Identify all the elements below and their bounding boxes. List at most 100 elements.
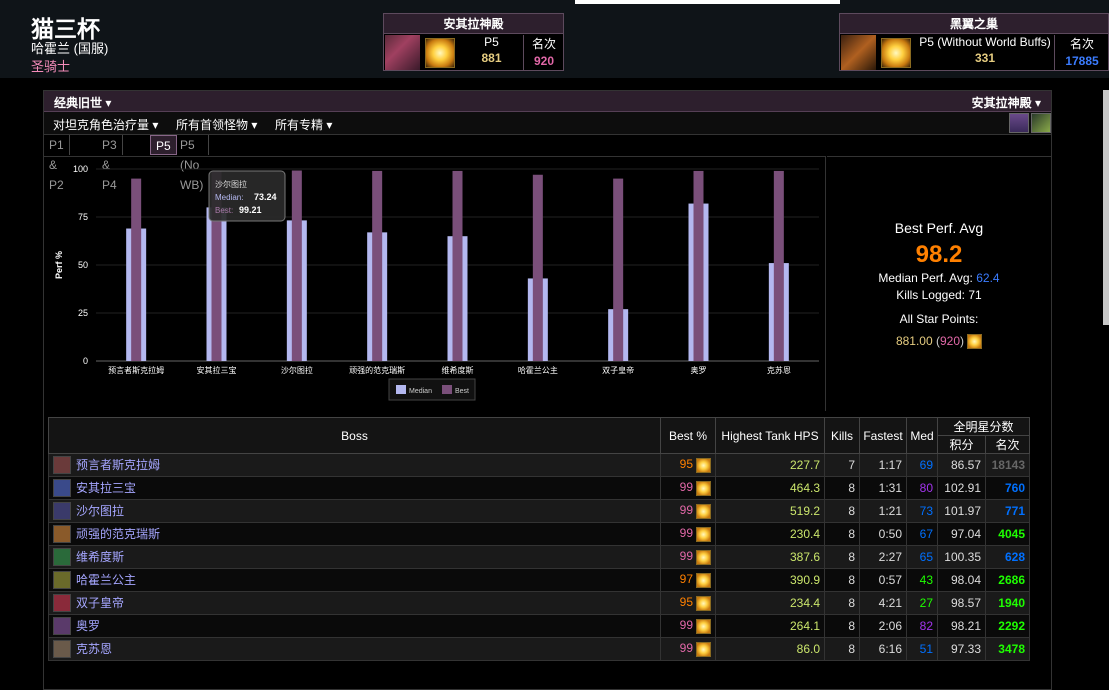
boss-name[interactable]: 预言者斯克拉姆 — [76, 458, 160, 472]
best-bar[interactable] — [532, 174, 543, 361]
best-percent[interactable]: 99 — [660, 614, 716, 638]
best-bar[interactable] — [131, 178, 142, 361]
rank-value[interactable]: 4045 — [985, 522, 1030, 546]
boss-cell[interactable]: 安其拉三宝 — [48, 476, 661, 500]
boss-cell[interactable]: 克苏恩 — [48, 637, 661, 661]
boss-name[interactable]: 双子皇帝 — [76, 596, 124, 610]
col-hps[interactable]: Highest Tank HPS — [715, 417, 825, 454]
boss-cell[interactable]: 奥罗 — [48, 614, 661, 638]
hps-value: 387.6 — [715, 545, 825, 569]
boss-name[interactable]: 克苏恩 — [76, 642, 112, 656]
col-med[interactable]: Med — [906, 417, 938, 454]
boss-name[interactable]: 顽强的范克瑞斯 — [76, 527, 160, 541]
col-points[interactable]: 积分 — [937, 435, 986, 454]
boss-name[interactable]: 安其拉三宝 — [76, 481, 136, 495]
best-value: 99 — [679, 480, 693, 495]
rank-value[interactable]: 18143 — [985, 453, 1030, 477]
boss-cell[interactable]: 顽强的范克瑞斯 — [48, 522, 661, 546]
star-rank-value: 920 — [940, 334, 961, 348]
zone-image — [385, 35, 420, 70]
zone-rank: 名次 17885 — [1054, 35, 1109, 71]
character-server[interactable]: 哈霍兰 (国服) — [31, 38, 108, 57]
tab-p5[interactable]: P5 — [150, 135, 177, 155]
tab-p5-no-wb[interactable]: P5 (No WB) — [175, 135, 210, 192]
rank-value[interactable]: 2686 — [985, 568, 1030, 592]
hps-value: 230.4 — [715, 522, 825, 546]
best-bar[interactable] — [613, 178, 624, 361]
rank-value[interactable]: 628 — [985, 545, 1030, 569]
bosses-dropdown[interactable]: 所有首领怪物 ▾ — [176, 116, 257, 133]
best-percent[interactable]: 95 — [660, 591, 716, 615]
star-icon — [696, 549, 711, 565]
rank-value[interactable]: 2292 — [985, 614, 1030, 638]
key-icon[interactable] — [1031, 113, 1051, 133]
table-row: 双子皇帝 95 234.4 8 4:21 27 98.57 1940 — [48, 591, 1030, 615]
best-bar[interactable] — [693, 170, 704, 361]
median-value: 43 — [906, 568, 938, 592]
zone-phase-score: P5 (Without World Buffs) 331 — [916, 35, 1054, 71]
zone-summary-bwl[interactable]: 黑翼之巢 P5 (Without World Buffs) 331 名次 178… — [839, 13, 1109, 71]
best-percent[interactable]: 99 — [660, 637, 716, 661]
zone-dropdown[interactable]: 安其拉神殿 ▾ — [972, 94, 1041, 111]
col-boss[interactable]: Boss — [48, 417, 661, 454]
boss-cell[interactable]: 双子皇帝 — [48, 591, 661, 615]
median-value: 51 — [906, 637, 938, 661]
tab-p1-p2[interactable]: P1 & P2 — [44, 135, 70, 192]
kills-value: 8 — [824, 568, 860, 592]
boss-name[interactable]: 奥罗 — [76, 619, 100, 633]
x-tick-label: 维希度斯 — [442, 365, 474, 375]
boss-cell[interactable]: 沙尔图拉 — [48, 499, 661, 523]
rank-value[interactable]: 760 — [985, 476, 1030, 500]
rank-value[interactable]: 1940 — [985, 591, 1030, 615]
best-bar[interactable] — [452, 170, 463, 361]
best-bar[interactable] — [773, 170, 784, 361]
tab-p3-p4[interactable]: P3 & P4 — [97, 135, 123, 192]
best-percent[interactable]: 95 — [660, 453, 716, 477]
median-perf: Median Perf. Avg: 62.4 — [827, 271, 1051, 285]
class-spec-icon[interactable] — [1009, 113, 1029, 133]
top-scroll-indicator — [575, 0, 840, 4]
zone-title: 安其拉神殿 — [384, 14, 563, 34]
x-tick-label: 预言者斯克拉姆 — [108, 365, 164, 375]
zone-rank: 名次 920 — [523, 35, 564, 71]
hps-value: 519.2 — [715, 499, 825, 523]
boss-name[interactable]: 哈霍兰公主 — [76, 573, 136, 587]
filter-bar-primary: 经典旧世 ▾ 安其拉神殿 ▾ — [44, 91, 1051, 112]
expansion-dropdown[interactable]: 经典旧世 ▾ — [54, 94, 111, 111]
boss-name[interactable]: 维希度斯 — [76, 550, 124, 564]
fastest-value: 1:17 — [859, 453, 907, 477]
rank-value: 17885 — [1065, 54, 1099, 68]
col-rank[interactable]: 名次 — [985, 435, 1030, 454]
y-tick-label: 75 — [78, 212, 88, 222]
best-bar[interactable] — [372, 170, 383, 361]
kills-value: 8 — [824, 637, 860, 661]
best-percent[interactable]: 99 — [660, 522, 716, 546]
median-perf-label: Median Perf. Avg: — [878, 271, 973, 285]
rank-value[interactable]: 771 — [985, 499, 1030, 523]
kills-value: 7 — [824, 453, 860, 477]
best-bar[interactable] — [291, 170, 302, 361]
boss-icon — [53, 594, 71, 613]
boss-cell[interactable]: 预言者斯克拉姆 — [48, 453, 661, 477]
points-value: 97.04 — [937, 522, 986, 546]
zone-summary-aq40[interactable]: 安其拉神殿 P5 881 名次 920 — [383, 13, 564, 71]
star-points-value: 881.00 — [895, 334, 933, 348]
boss-cell[interactable]: 维希度斯 — [48, 545, 661, 569]
col-best[interactable]: Best % — [660, 417, 716, 454]
best-perf-value: 98.2 — [915, 241, 963, 268]
fastest-value: 2:27 — [859, 545, 907, 569]
col-kills[interactable]: Kills — [824, 417, 860, 454]
zone-phase-score: P5 881 — [460, 35, 523, 71]
metric-dropdown[interactable]: 对坦克角色治疗量 ▾ — [53, 116, 158, 133]
specs-dropdown[interactable]: 所有专精 ▾ — [275, 116, 332, 133]
side-scrollbar[interactable] — [1103, 90, 1109, 325]
best-perf-label: Best Perf. Avg — [894, 220, 984, 236]
boss-name[interactable]: 沙尔图拉 — [76, 504, 124, 518]
best-percent[interactable]: 99 — [660, 499, 716, 523]
col-fastest[interactable]: Fastest — [859, 417, 907, 454]
boss-cell[interactable]: 哈霍兰公主 — [48, 568, 661, 592]
rank-value[interactable]: 3478 — [985, 637, 1030, 661]
best-percent[interactable]: 99 — [660, 476, 716, 500]
best-percent[interactable]: 99 — [660, 545, 716, 569]
best-percent[interactable]: 97 — [660, 568, 716, 592]
